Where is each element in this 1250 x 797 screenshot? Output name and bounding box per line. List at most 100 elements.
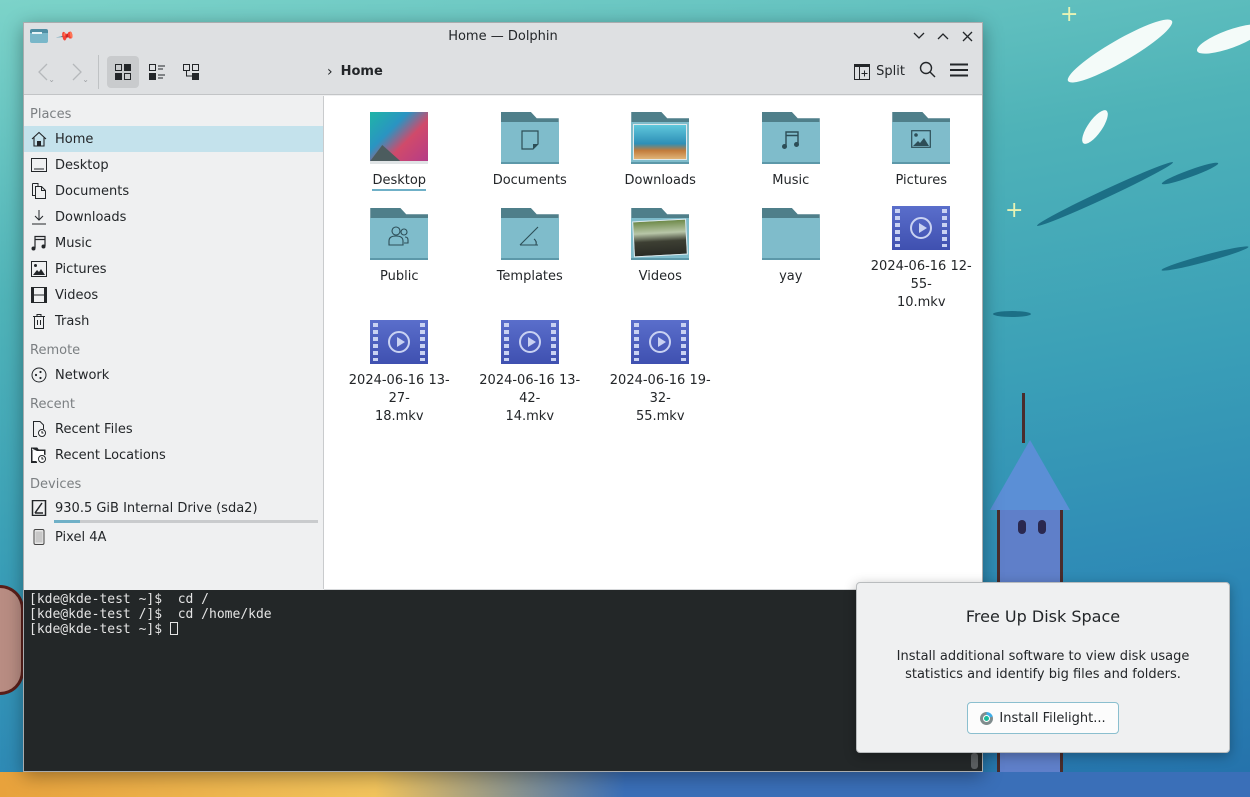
sidebar-item-label: Pictures xyxy=(55,261,107,277)
file-name-line: 2024-06-16 19-32- xyxy=(609,373,711,406)
file-name-line: 2024-06-16 12-55- xyxy=(870,259,972,292)
close-icon xyxy=(962,31,972,41)
sidebar-item-label: 930.5 GiB Internal Drive (sda2) xyxy=(55,500,258,516)
file-name-line: 2024-06-16 13-42- xyxy=(479,373,581,406)
maximize-button[interactable] xyxy=(934,27,952,45)
sidebar-item-internal-drive[interactable]: 930.5 GiB Internal Drive (sda2) xyxy=(24,496,323,520)
view-mode-icons-button[interactable] xyxy=(107,55,139,88)
sidebar-item-documents[interactable]: Documents xyxy=(24,178,323,204)
sidebar-item-desktop[interactable]: Desktop xyxy=(24,152,323,178)
sidebar-item-network[interactable]: Network xyxy=(24,362,323,388)
search-button[interactable] xyxy=(919,61,936,82)
home-icon xyxy=(31,131,47,147)
sidebar-item-recent-locations[interactable]: Recent Locations xyxy=(24,442,323,468)
file-name: Templates xyxy=(470,268,590,286)
view-mode-details-button[interactable] xyxy=(175,56,207,88)
sidebar-item-videos[interactable]: Videos xyxy=(24,282,323,308)
downloads-icon xyxy=(31,209,47,225)
file-item[interactable]: Templates xyxy=(465,204,596,318)
folder-photo-preview xyxy=(632,218,689,258)
file-item[interactable]: Music xyxy=(726,108,857,204)
hamburger-menu-button[interactable] xyxy=(950,63,968,81)
file-item[interactable]: yay xyxy=(726,204,857,318)
file-item[interactable]: Videos xyxy=(595,204,726,318)
split-button[interactable]: Split xyxy=(854,63,905,80)
install-filelight-button[interactable]: Install Filelight... xyxy=(967,702,1119,734)
file-item[interactable]: Documents xyxy=(465,108,596,204)
file-name: 2024-06-16 13-27- 18.mkv xyxy=(339,372,459,426)
back-history-chevron-icon[interactable]: ⌄ xyxy=(48,75,55,84)
sidebar-item-trash[interactable]: Trash xyxy=(24,308,323,334)
picture-emblem-icon xyxy=(892,130,950,148)
file-name-text: yay xyxy=(779,269,803,284)
sidebar-item-label: Desktop xyxy=(55,157,109,173)
pin-icon[interactable]: 📌 xyxy=(55,26,75,46)
file-item[interactable]: Public xyxy=(334,204,465,318)
file-name-text: Public xyxy=(380,269,419,284)
sidebar-item-label: Videos xyxy=(55,287,99,303)
terminal-scrollbar[interactable] xyxy=(971,753,978,769)
file-name: Public xyxy=(339,268,459,286)
folder-icon xyxy=(500,204,560,260)
file-name: Videos xyxy=(600,268,720,286)
terminal-line: [kde@kde-test ~]$ xyxy=(29,622,977,637)
breadcrumb-chevron-icon[interactable]: › xyxy=(327,64,333,80)
file-item[interactable]: 2024-06-16 13-27- 18.mkv xyxy=(334,318,465,432)
titlebar[interactable]: 📌 Home — Dolphin xyxy=(24,23,982,49)
file-name: 2024-06-16 12-55- 10.mkv xyxy=(861,258,981,312)
hamburger-menu-icon xyxy=(950,63,968,76)
drive-usage-fill xyxy=(54,520,81,523)
section-remote-title: Remote xyxy=(30,343,81,358)
breadcrumb-home[interactable]: Home xyxy=(341,64,383,79)
folder-icon xyxy=(891,108,951,164)
section-recent-title: Recent xyxy=(30,397,75,412)
forward-history-chevron-icon[interactable]: ⌄ xyxy=(82,75,89,84)
terminal-line: [kde@kde-test /]$ cd /home/kde xyxy=(29,607,272,622)
folder-photo-preview xyxy=(633,124,688,160)
sidebar-item-label: Documents xyxy=(55,183,130,199)
file-name-line: 14.mkv xyxy=(505,409,555,424)
file-name: Documents xyxy=(470,172,590,190)
sidebar-item-downloads[interactable]: Downloads xyxy=(24,204,323,230)
file-item[interactable]: Downloads xyxy=(595,108,726,204)
file-view[interactable]: Desktop Documents Downloads Music Pictures Pu… xyxy=(324,96,982,589)
free-disk-space-popup: Free Up Disk Space Install additional so… xyxy=(856,582,1230,753)
file-item[interactable]: Pictures xyxy=(856,108,982,204)
sidebar-item-recent-files[interactable]: Recent Files xyxy=(24,416,323,442)
terminal-panel[interactable]: [kde@kde-test ~]$ cd / [kde@kde-test /]$… xyxy=(24,590,982,771)
window-title: Home — Dolphin xyxy=(448,28,558,44)
chevron-right-icon xyxy=(72,63,82,80)
details-view-icon xyxy=(183,63,199,80)
file-name-text: Desktop xyxy=(372,173,427,191)
folder-icon xyxy=(761,204,821,260)
sidebar-item-music[interactable]: Music xyxy=(24,230,323,256)
close-button[interactable] xyxy=(958,27,976,45)
sidebar-item-home[interactable]: Home xyxy=(24,126,323,152)
file-item[interactable]: 2024-06-16 13-42- 14.mkv xyxy=(465,318,596,432)
sidebar-item-label: Pixel 4A xyxy=(55,529,107,545)
back-button[interactable]: ⌄ xyxy=(28,57,58,87)
file-name: 2024-06-16 19-32- 55.mkv xyxy=(600,372,720,426)
view-mode-compact-button[interactable] xyxy=(141,56,173,88)
popup-title: Free Up Disk Space xyxy=(965,607,1121,626)
trash-icon xyxy=(31,313,47,329)
video-file-icon xyxy=(500,318,560,364)
forward-button[interactable]: ⌄ xyxy=(62,57,92,87)
music-icon xyxy=(31,235,47,251)
document-emblem-icon xyxy=(501,130,559,150)
terminal-prompt: [kde@kde-test ~]$ xyxy=(29,622,170,637)
documents-icon xyxy=(31,183,47,199)
chevron-up-icon xyxy=(937,33,949,40)
sidebar-item-pictures[interactable]: Pictures xyxy=(24,256,323,282)
file-item[interactable]: 2024-06-16 19-32- 55.mkv xyxy=(595,318,726,432)
file-name-line: 2024-06-16 13-27- xyxy=(348,373,450,406)
template-emblem-icon xyxy=(501,226,559,246)
recent-locations-icon xyxy=(31,447,47,463)
dolphin-app-icon[interactable] xyxy=(30,29,48,43)
file-item[interactable]: Desktop xyxy=(334,108,465,204)
file-item[interactable]: 2024-06-16 12-55- 10.mkv xyxy=(856,204,982,318)
main-toolbar: ⌄ ⌄ › Home Split xyxy=(24,49,982,95)
file-name-line: 18.mkv xyxy=(374,409,424,424)
minimize-button[interactable] xyxy=(910,27,928,45)
sidebar-item-pixel-4a[interactable]: Pixel 4A xyxy=(24,524,323,550)
